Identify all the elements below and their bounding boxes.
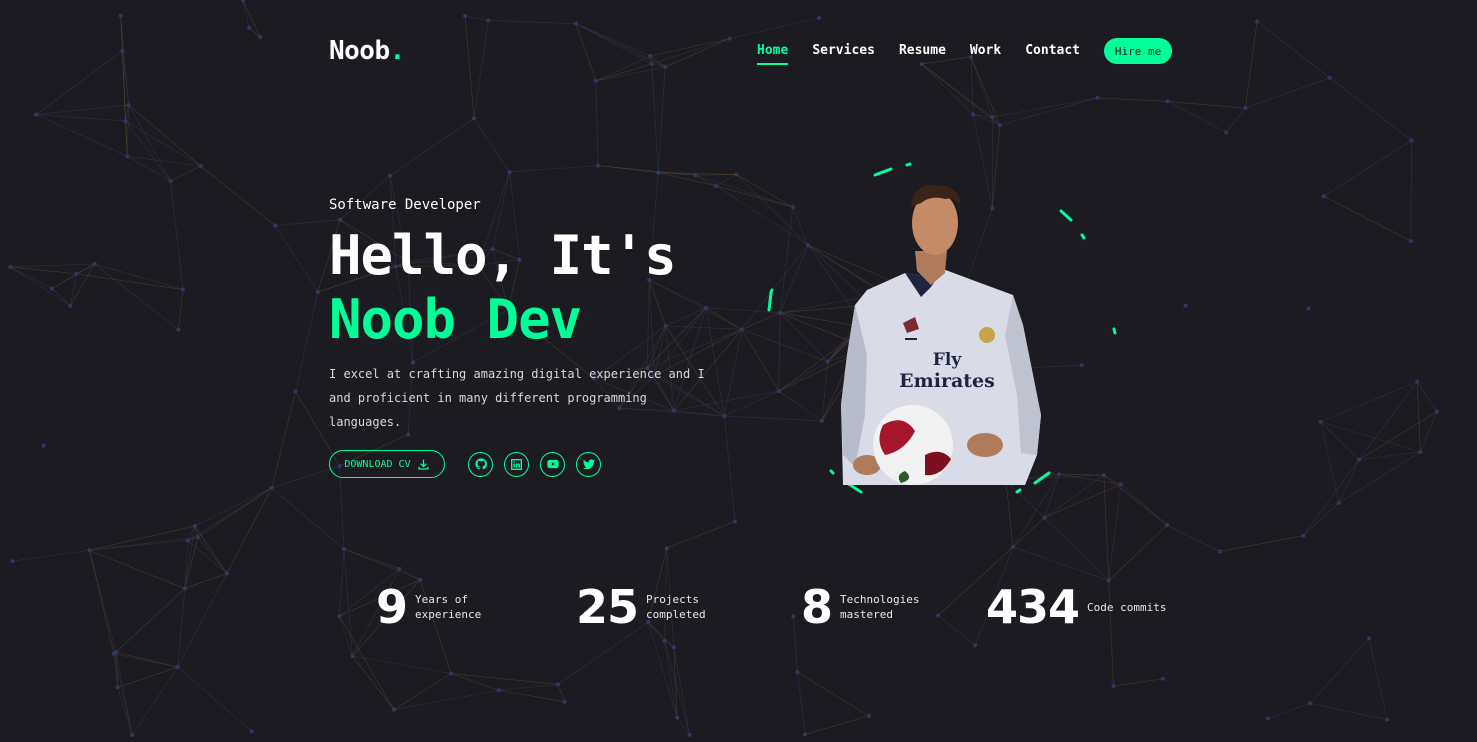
- linkedin-icon: [511, 458, 522, 470]
- stats-bar: 9 Years of experience 25 Projects comple…: [0, 580, 1477, 634]
- stat-commits-label: Code commits: [1087, 600, 1167, 614]
- stat-projects-value: 25: [576, 580, 639, 634]
- hero-title-line1: Hello, It's: [329, 224, 677, 287]
- youtube-icon: [546, 459, 559, 469]
- hero-title: Hello, It's Noob Dev: [329, 224, 677, 352]
- nav-work[interactable]: Work: [970, 38, 1001, 64]
- linkedin-link[interactable]: [504, 451, 529, 477]
- stat-technologies: 8 Technologies mastered: [801, 580, 930, 634]
- stat-commits: 434 Code commits: [986, 580, 1177, 634]
- hero-subtitle: Software Developer: [329, 197, 481, 213]
- stat-technologies-value: 8: [801, 580, 833, 634]
- github-link[interactable]: [468, 451, 493, 477]
- hero-description: I excel at crafting amazing digital expe…: [329, 367, 705, 429]
- stat-technologies-label: Technologies mastered: [840, 593, 920, 621]
- nav-contact[interactable]: Contact: [1025, 38, 1080, 64]
- youtube-link[interactable]: [540, 451, 565, 477]
- logo-text: Noob: [329, 36, 390, 66]
- download-icon: [417, 459, 429, 470]
- github-icon: [474, 458, 487, 470]
- stat-commits-value: 434: [986, 580, 1080, 634]
- stat-years-label: Years of experience: [415, 593, 482, 621]
- player-figure: Fly Emirates: [841, 184, 1041, 485]
- hero-actions: DOWNLOAD CV: [329, 450, 601, 478]
- background-network: [8, 0, 1439, 737]
- twitter-link[interactable]: [576, 451, 601, 477]
- logo-dot: .: [389, 36, 406, 66]
- stat-years: 9 Years of experience: [376, 580, 505, 634]
- download-cv-label: DOWNLOAD CV: [344, 458, 411, 470]
- social-links: [468, 451, 601, 477]
- jersey-text-emirates: Emirates: [899, 370, 995, 392]
- stat-projects: 25 Projects completed: [576, 580, 736, 634]
- hire-me-button[interactable]: Hire me: [1104, 38, 1173, 64]
- hero-title-name: Noob Dev: [329, 288, 582, 351]
- nav-home[interactable]: Home: [757, 38, 789, 65]
- twitter-icon: [582, 458, 595, 469]
- jersey-text-fly: Fly: [933, 350, 963, 370]
- logo[interactable]: Noob.: [329, 36, 405, 66]
- nav-resume[interactable]: Resume: [899, 38, 946, 64]
- nav-services[interactable]: Services: [812, 38, 875, 64]
- stat-projects-label: Projects completed: [646, 593, 706, 621]
- hero-photo: Fly Emirates: [755, 155, 1135, 500]
- main-nav: Home Services Resume Work Contact Hire m…: [757, 38, 1173, 65]
- download-cv-button[interactable]: DOWNLOAD CV: [329, 450, 445, 478]
- stat-years-value: 9: [376, 580, 408, 634]
